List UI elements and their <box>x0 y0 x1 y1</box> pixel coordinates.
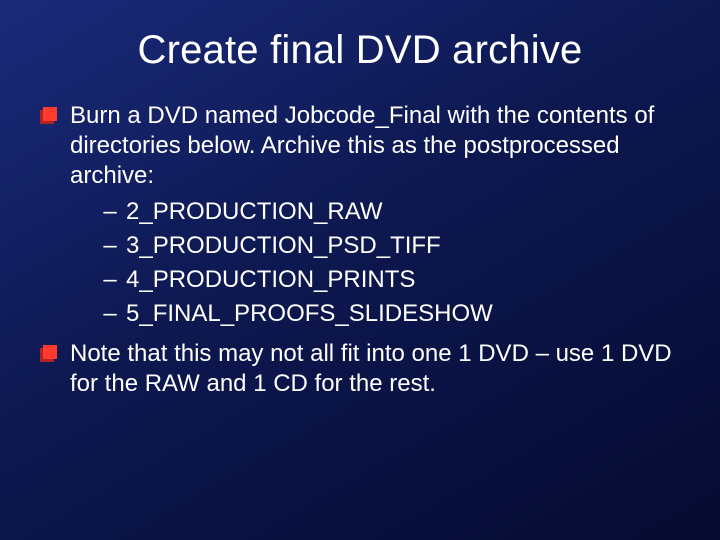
square-bullet-icon <box>40 110 54 124</box>
dash-bullet-icon: – <box>100 197 120 227</box>
sub-item: – 5_FINAL_PROOFS_SLIDESHOW <box>70 299 680 329</box>
sub-list: – 2_PRODUCTION_RAW – 3_PRODUCTION_PSD_TI… <box>70 197 680 329</box>
bullet-text: Burn a DVD named Jobcode_Final with the … <box>70 102 654 189</box>
slide-title: Create final DVD archive <box>40 28 680 73</box>
sub-item-text: 3_PRODUCTION_PSD_TIFF <box>126 232 441 259</box>
sub-item: – 3_PRODUCTION_PSD_TIFF <box>70 231 680 261</box>
bullet-item: Burn a DVD named Jobcode_Final with the … <box>40 101 680 329</box>
sub-item-text: 4_PRODUCTION_PRINTS <box>126 266 415 293</box>
bullet-item: Note that this may not all fit into one … <box>40 339 680 399</box>
dash-bullet-icon: – <box>100 299 120 329</box>
sub-item: – 4_PRODUCTION_PRINTS <box>70 265 680 295</box>
slide: Create final DVD archive Burn a DVD name… <box>0 0 720 540</box>
dash-bullet-icon: – <box>100 231 120 261</box>
dash-bullet-icon: – <box>100 265 120 295</box>
sub-item-text: 2_PRODUCTION_RAW <box>126 198 382 225</box>
sub-item-text: 5_FINAL_PROOFS_SLIDESHOW <box>126 300 493 327</box>
square-bullet-icon <box>40 348 54 362</box>
slide-body: Burn a DVD named Jobcode_Final with the … <box>40 101 680 399</box>
sub-item: – 2_PRODUCTION_RAW <box>70 197 680 227</box>
bullet-text: Note that this may not all fit into one … <box>70 340 672 397</box>
